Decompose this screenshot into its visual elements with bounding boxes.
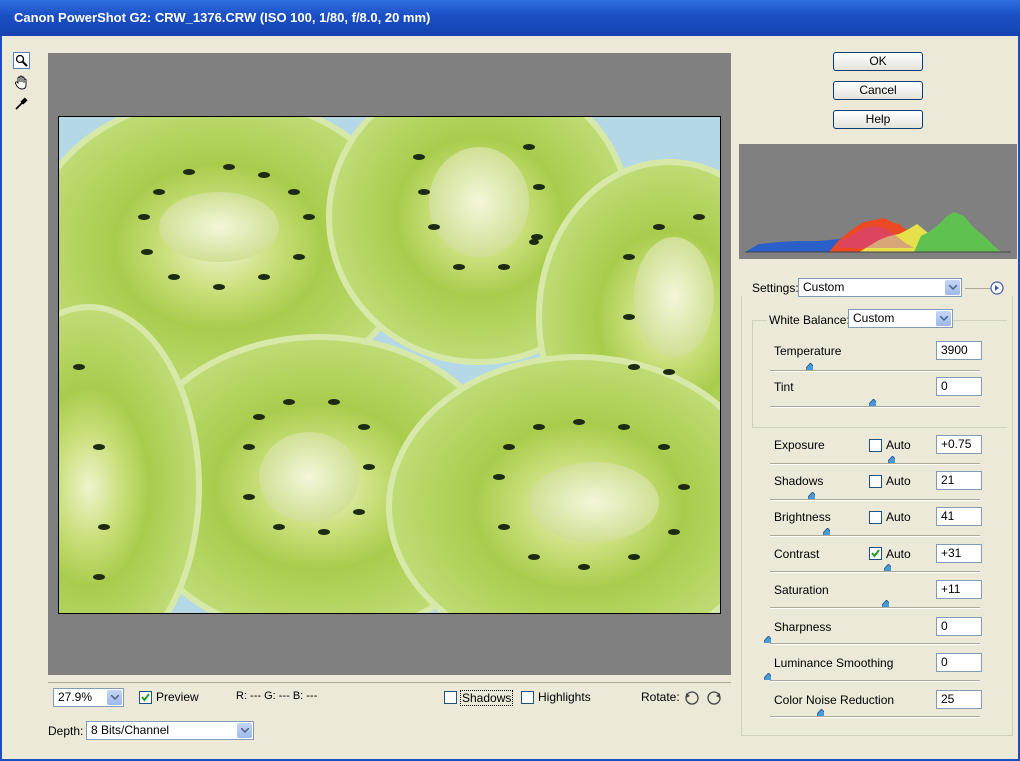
settings-select[interactable]: Custom [798,278,962,297]
exposure-slider[interactable] [887,456,895,463]
saturation-track [770,607,980,609]
exposure-track [770,463,980,465]
help-button[interactable]: Help [833,110,923,129]
depth-label: Depth: [48,724,84,738]
temperature-slider[interactable] [806,363,813,370]
title-bar: Canon PowerShot G2: CRW_1376.CRW (ISO 10… [0,0,1020,36]
tint-field[interactable]: 0 [936,377,982,396]
sharpness-label: Sharpness [774,620,832,634]
shadows-label: Shadows [774,474,824,488]
window-title: Canon PowerShot G2: CRW_1376.CRW (ISO 10… [14,10,431,25]
temperature-field[interactable]: 3900 [936,341,982,360]
zoom-level-select[interactable]: 27.9% [53,688,124,707]
preview-checkbox[interactable] [139,691,152,704]
color-noise-reduction-field[interactable]: 25 [936,690,982,709]
saturation-field[interactable]: +11 [936,580,982,599]
saturation-label: Saturation [774,583,829,597]
exposure-auto-checkbox[interactable] [869,439,882,452]
color-noise-reduction-slider[interactable] [816,709,824,716]
luminance-smoothing-track [770,680,980,682]
saturation-slider[interactable] [881,600,889,607]
hand-icon [14,75,27,90]
sharpness-field[interactable]: 0 [936,617,982,636]
white-balance-value: Custom [853,311,895,325]
highlights-clipping-label: Highlights [538,690,591,704]
luminance-smoothing-field[interactable]: 0 [936,653,982,672]
settings-value: Custom [803,280,845,294]
sharpness-track [770,643,980,645]
contrast-auto-label: Auto [886,547,911,561]
white-balance-group [752,320,1007,428]
chevron-down-icon[interactable] [237,723,252,738]
magnifier-icon [15,54,28,67]
luminance-smoothing-label: Luminance Smoothing [774,656,894,670]
temperature-track [770,370,980,372]
tint-slider[interactable] [869,399,876,406]
sharpness-slider[interactable] [764,636,771,643]
chevron-down-icon[interactable] [936,311,951,326]
shadows-slider[interactable] [808,492,816,499]
eyedropper-tool-button[interactable] [13,95,30,112]
contrast-slider[interactable] [883,564,891,571]
contrast-auto-checkbox[interactable] [869,547,882,560]
color-noise-reduction-track [770,716,980,718]
histogram [739,144,1017,259]
rotate-right-icon[interactable] [706,690,722,706]
tint-label: Tint [774,380,794,394]
depth-value: 8 Bits/Channel [91,723,170,737]
shadows-auto-label: Auto [886,474,911,488]
preview-label: Preview [156,690,199,704]
depth-select[interactable]: 8 Bits/Channel [86,721,254,740]
preview-image[interactable] [58,116,721,614]
shadows-clipping-checkbox[interactable] [444,691,457,704]
cancel-button[interactable]: Cancel [833,81,923,100]
chevron-down-icon[interactable] [107,690,122,705]
settings-label: Settings: [752,281,799,295]
shadows-auto-checkbox[interactable] [869,475,882,488]
checkmark-icon [141,693,150,702]
shadows-track [770,499,980,501]
luminance-smoothing-slider[interactable] [764,673,771,680]
brightness-auto-checkbox[interactable] [869,511,882,524]
contrast-label: Contrast [774,547,820,561]
white-balance-label: White Balance: [767,313,852,327]
rotate-label: Rotate: [641,690,680,704]
shadows-field[interactable]: 21 [936,471,982,490]
shadows-clipping-label: Shadows [460,690,514,706]
temperature-label: Temperature [774,344,842,358]
brightness-field[interactable]: 41 [936,507,982,526]
ok-button[interactable]: OK [833,52,923,71]
zoom-tool-button[interactable] [13,52,30,69]
brightness-auto-label: Auto [886,510,911,524]
highlights-clipping-checkbox[interactable] [521,691,534,704]
exposure-label: Exposure [774,438,825,452]
rotate-left-icon[interactable] [684,690,700,706]
exposure-field[interactable]: +0.75 [936,435,982,454]
brightness-label: Brightness [774,510,831,524]
zoom-level-value: 27.9% [58,690,93,704]
color-noise-reduction-label: Color Noise Reduction [774,693,895,707]
brightness-track [770,535,980,537]
exposure-auto-label: Auto [886,438,911,452]
white-balance-select[interactable]: Custom [848,309,953,328]
tint-track [770,406,980,408]
hand-tool-button[interactable] [13,74,30,91]
contrast-field[interactable]: +31 [936,544,982,563]
rgb-readout: R: --- G: --- B: --- [236,690,318,702]
bottom-separator [48,682,731,683]
chevron-down-icon[interactable] [945,280,960,295]
settings-line [965,288,991,289]
contrast-track [770,571,980,573]
settings-menu-icon[interactable] [990,281,1004,295]
eyedropper-icon [15,97,28,110]
brightness-slider[interactable] [822,528,830,535]
checkmark-icon [871,549,880,558]
